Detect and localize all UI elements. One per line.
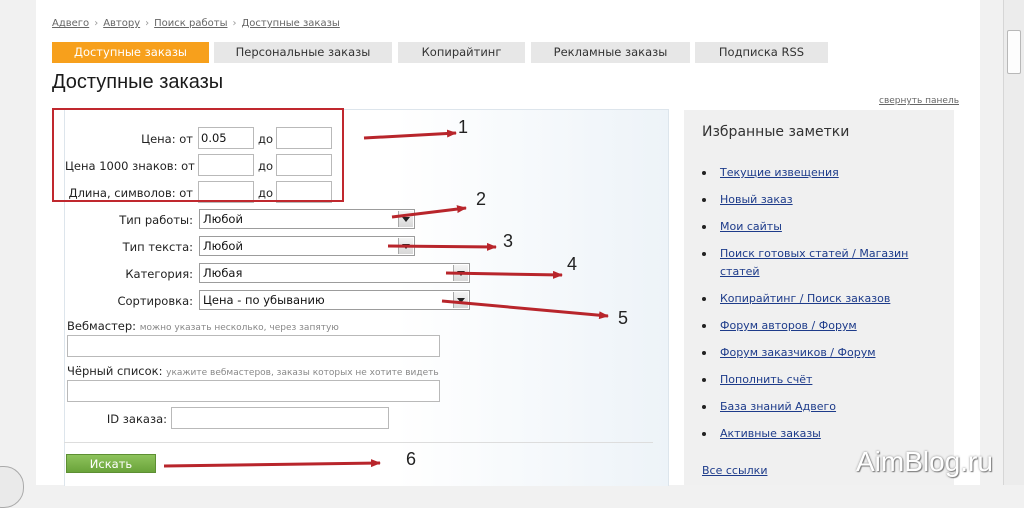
scrollbar-thumb[interactable] <box>1007 30 1021 74</box>
annotation-number: 5 <box>618 308 629 328</box>
sidebar-item[interactable]: Новый заказ <box>702 191 932 209</box>
annotation-number: 1 <box>458 117 469 137</box>
annotation-number: 3 <box>503 231 514 251</box>
annotation-number: 2 <box>476 189 487 209</box>
sidebar-title: Избранные заметки <box>702 124 850 140</box>
annotation-arrow-4 <box>445 270 563 279</box>
sidebar-item[interactable]: Форум заказчиков / Форум <box>702 344 932 362</box>
annotation-arrow-2 <box>391 205 467 219</box>
annotation-arrow-6 <box>163 459 381 468</box>
sidebar-item[interactable]: Копирайтинг / Поиск заказов <box>702 290 932 308</box>
page-content: Адвего › Автору › Поиск работы › Доступные зак… <box>36 0 993 486</box>
watermark: AimBlog.ru <box>856 446 993 477</box>
sidebar-item[interactable]: Поиск готовых статей / Магазин статей <box>702 245 932 281</box>
vertical-scrollbar[interactable] <box>1003 0 1024 485</box>
annotation-arrow-3 <box>387 242 497 251</box>
sidebar-item[interactable]: Мои сайты <box>702 218 932 236</box>
all-links-link[interactable]: Все ссылки <box>702 464 767 477</box>
annotation-number: 4 <box>567 254 578 274</box>
annotation-arrow-5 <box>441 299 609 320</box>
sidebar-item[interactable]: Текущие извещения <box>702 164 932 182</box>
annotation-number: 6 <box>406 449 417 469</box>
sidebar-item[interactable]: Активные заказы <box>702 425 932 443</box>
corner-decoration <box>0 466 24 508</box>
sidebar-item[interactable]: Форум авторов / Форум <box>702 317 932 335</box>
annotation-arrow-1 <box>363 129 457 140</box>
favorites-sidebar: Избранные заметки Текущие извещения Новы… <box>684 110 954 485</box>
sidebar-item[interactable]: База знаний Адвего <box>702 398 932 416</box>
sidebar-item[interactable]: Пополнить счёт <box>702 371 932 389</box>
